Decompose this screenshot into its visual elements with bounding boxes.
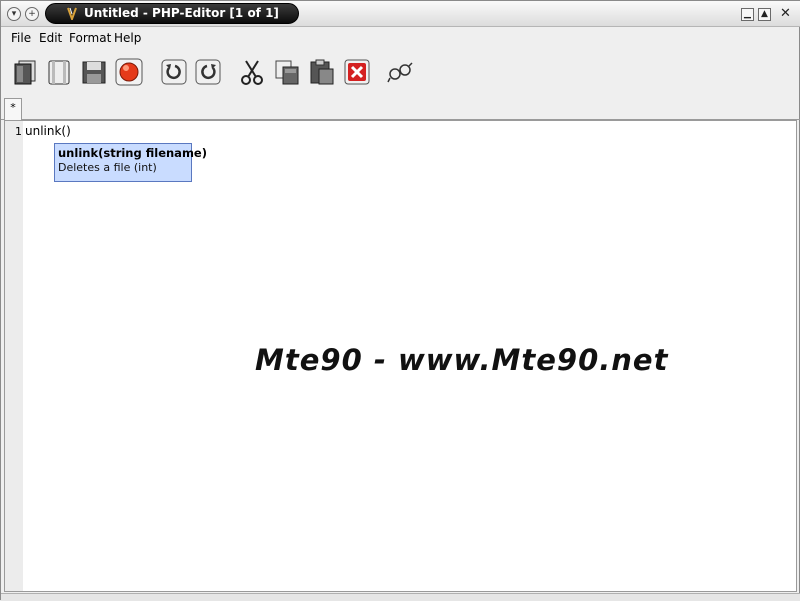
cut-icon[interactable] (237, 57, 267, 87)
close-icon[interactable]: ✕ (779, 7, 792, 21)
copy-icon[interactable] (272, 57, 302, 87)
code-editor[interactable]: 1 unlink() unlink(string filename) Delet… (4, 120, 797, 592)
code-line[interactable]: unlink() (25, 124, 71, 138)
tooltip-signature: unlink(string filename) (58, 146, 207, 160)
autocomplete-tooltip[interactable]: unlink(string filename) Deletes a file (… (54, 143, 207, 182)
line-gutter: 1 (5, 121, 23, 591)
sticky-plus-icon[interactable]: + (25, 7, 39, 21)
find-icon[interactable] (385, 57, 415, 87)
title-bar[interactable]: ▾ + Untitled - PHP-Editor [1 of 1] ▁ ▲ ✕ (1, 1, 800, 27)
menu-format[interactable]: Format (69, 31, 111, 45)
line-number: 1 (15, 125, 22, 138)
menu-file[interactable]: File (11, 31, 31, 45)
paste-icon[interactable] (307, 57, 337, 87)
app-icon (67, 7, 77, 20)
undo-icon[interactable] (159, 57, 189, 87)
editor-window: ▾ + Untitled - PHP-Editor [1 of 1] ▁ ▲ ✕… (0, 0, 800, 601)
record-icon[interactable] (114, 57, 144, 87)
tab-bar: * (1, 96, 800, 121)
minimize-icon[interactable]: ▁ (741, 8, 754, 21)
menu-down-icon[interactable]: ▾ (7, 7, 21, 21)
tab-untitled[interactable]: * (4, 98, 22, 121)
tooltip-description: Deletes a file (int) (58, 161, 157, 174)
save-icon[interactable] (79, 57, 109, 87)
maximize-icon[interactable]: ▲ (758, 8, 771, 21)
new-file-icon[interactable] (9, 57, 39, 87)
window-title: Untitled - PHP-Editor [1 of 1] (84, 6, 279, 20)
menu-edit[interactable]: Edit (39, 31, 62, 45)
watermark-text: Mte90 - www.Mte90.net (255, 343, 669, 377)
toolbar (1, 51, 800, 95)
open-file-icon[interactable] (44, 57, 74, 87)
menu-help[interactable]: Help (114, 31, 141, 45)
redo-icon[interactable] (193, 57, 223, 87)
window-title-pill: Untitled - PHP-Editor [1 of 1] (45, 3, 299, 24)
menu-bar: File Edit Format Help (1, 28, 800, 50)
delete-icon[interactable] (342, 57, 372, 87)
